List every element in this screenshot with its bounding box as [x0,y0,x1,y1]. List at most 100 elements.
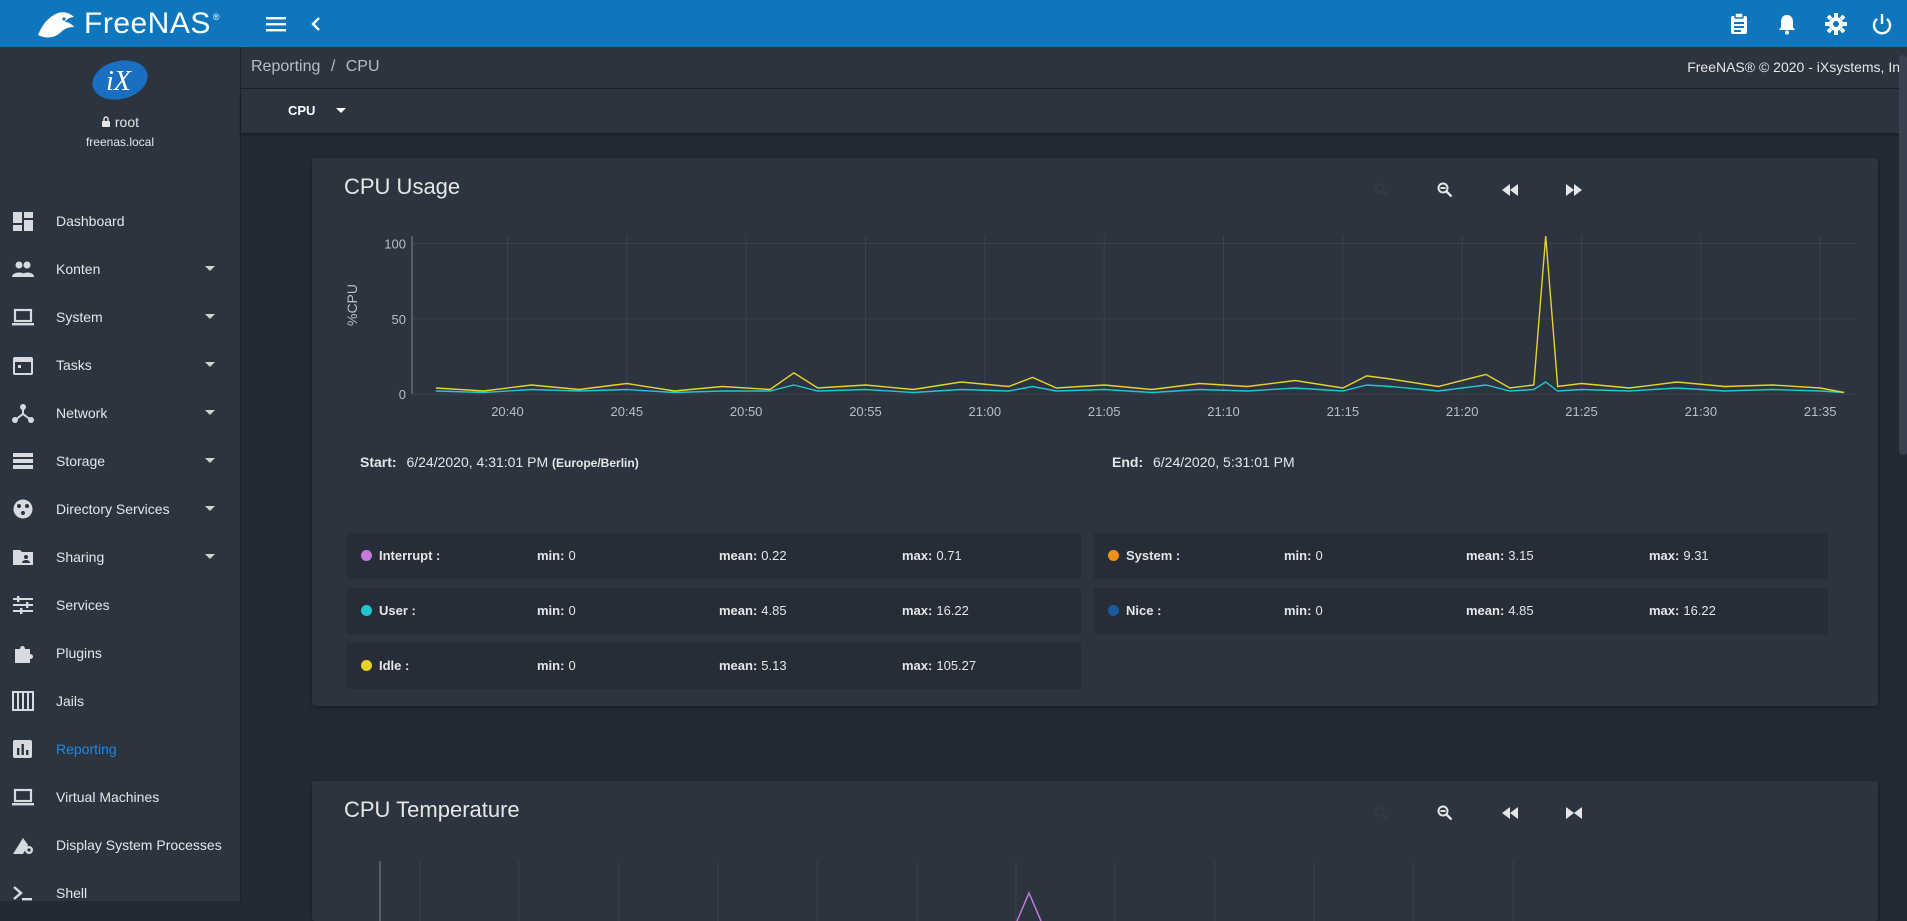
zoom-out-button[interactable] [1433,178,1457,202]
sidebar-item-tasks[interactable]: Tasks [0,341,240,389]
chevron-down-icon[interactable] [205,266,215,271]
processes-icon [13,838,33,854]
step-forward-button[interactable] [1562,801,1586,825]
max-label: max: [902,548,933,563]
min-value: 0 [1315,548,1323,563]
x-tick-label: 21:05 [1088,404,1121,419]
sidebar-item-virtual-machines[interactable]: Virtual Machines [0,773,240,821]
computer-icon [12,788,34,806]
min-value: 0 [568,548,576,563]
mean-value: 4.85 [761,603,787,618]
sidebar-item-dashboard[interactable]: Dashboard [0,197,240,245]
sidebar-item-jails[interactable]: Jails [0,677,240,725]
legend-row-system[interactable]: System : min: 0 mean: 3.15 max: 9.31 [1094,533,1828,579]
sidebar-item-label: Plugins [56,645,102,661]
mean-label: mean: [719,658,758,673]
chevron-down-icon[interactable] [205,506,215,511]
min-label: min: [537,603,565,618]
chevron-down-icon[interactable] [205,458,215,463]
start-value: 6/24/2020, 4:31:01 PM [406,454,549,470]
task-manager-button[interactable] [1723,8,1755,40]
legend-mean: mean: 0.22 [719,548,787,563]
mean-label: mean: [1466,548,1505,563]
min-label: min: [537,658,565,673]
legend-max: max: 9.31 [1649,548,1709,563]
range-end: End: 6/24/2020, 5:31:01 PM [1112,454,1295,470]
svg-text:iX: iX [106,66,132,97]
legend-min: min: 0 [537,658,576,673]
insert-chart-icon [13,740,32,758]
sidebar-item-shell[interactable]: Shell [0,869,240,917]
alerts-button[interactable] [1771,8,1803,40]
collapse-sidebar-button[interactable] [300,8,332,40]
sidebar-item-display-system-processes[interactable]: Display System Processes [0,821,240,869]
max-value: 16.22 [1683,603,1716,618]
legend-max: max: 16.22 [1649,603,1716,618]
chevron-down-icon[interactable] [336,108,346,113]
legend-mean: mean: 4.85 [1466,603,1534,618]
legend-row-interrupt[interactable]: Interrupt : min: 0 mean: 0.22 max: 0.71 [347,533,1081,579]
zoom-in-button[interactable] [1369,801,1393,825]
storage-icon [13,453,33,469]
sidebar-item-storage[interactable]: Storage [0,437,240,485]
sidebar-item-directory-services[interactable]: Directory Services [0,485,240,533]
puzzle-icon [15,646,33,663]
shark-icon [38,11,74,37]
power-button[interactable] [1866,8,1898,40]
legend-max: max: 0.71 [902,548,962,563]
rewind-icon [1502,807,1518,819]
step-back-button[interactable] [1498,178,1522,202]
sidebar-item-label: Dashboard [56,213,125,229]
sidebar-item-services[interactable]: Services [0,581,240,629]
end-label: End: [1112,454,1144,470]
settings-button[interactable] [1820,8,1852,40]
breadcrumb-reporting-link[interactable]: Reporting [251,58,320,75]
cpu-usage-chart[interactable]: 20:40 20:45 20:50 20:55 21:00 21:05 21:10 21:15… [332,228,1862,448]
freenas-logo[interactable]: FreeNAS ® [34,0,220,47]
zoom-out-button[interactable] [1433,801,1457,825]
report-type-select[interactable]: CPU [288,103,315,118]
timezone: (Europe/Berlin) [552,456,639,470]
sidebar-item-plugins[interactable]: Plugins [0,629,240,677]
sidebar-item-system[interactable]: System [0,293,240,341]
mean-value: 3.15 [1508,548,1534,563]
sidebar-item-label: Storage [56,453,106,469]
breadcrumb: Reporting / CPU FreeNAS® © 2020 - iXsyst… [241,47,1907,89]
step-forward-button[interactable] [1562,178,1586,202]
brand-mark: ® [212,11,220,22]
lock-icon [101,116,110,127]
legend-row-user[interactable]: User : min: 0 mean: 4.85 max: 16.22 [347,588,1081,634]
series-line-idle [435,235,1845,394]
chevron-down-icon[interactable] [205,554,215,559]
sidebar-item-label: Services [56,597,110,613]
legend-row-idle[interactable]: Idle : min: 0 mean: 5.13 max: 105.27 [347,643,1081,689]
sidebar-item-network[interactable]: Network [0,389,240,437]
zoom-out-icon [1437,805,1453,821]
step-back-button[interactable] [1498,801,1522,825]
menu-toggle-button[interactable] [260,8,292,40]
zoom-in-button[interactable] [1369,178,1393,202]
min-label: min: [1284,603,1312,618]
sidebar-nav: Dashboard Konten System Tasks Network Storage… [0,197,240,917]
cpu-temperature-chart[interactable] [332,861,1862,921]
sidebar-item-reporting[interactable]: Reporting [0,725,240,773]
dashboard-icon [13,212,33,231]
legend-series-name: Interrupt : [379,548,441,563]
mean-value: 4.85 [1508,603,1534,618]
chevron-down-icon[interactable] [205,314,215,319]
legend-row-nice[interactable]: Nice : min: 0 mean: 4.85 max: 16.22 [1094,588,1828,634]
copyright-text[interactable]: FreeNAS® © 2020 - iXsystems, Inc [1687,59,1907,75]
legend-mean: mean: 5.13 [719,658,787,673]
chevron-down-icon[interactable] [205,410,215,415]
username: root [0,114,240,130]
chevron-down-icon[interactable] [205,362,215,367]
sidebar-item-label: Reporting [56,741,117,757]
sidebar-item-sharing[interactable]: Sharing [0,533,240,581]
sidebar: iX root freenas.local Dashboard Konten Sys… [0,47,241,901]
sidebar-item-label: Display System Processes [56,837,222,853]
sidebar-item-konten[interactable]: Konten [0,245,240,293]
ix-logo-icon[interactable]: iX [90,57,150,103]
page-scrollbar[interactable] [1899,55,1907,455]
chevron-left-icon [311,17,320,31]
sidebar-item-label: Sharing [56,549,105,565]
